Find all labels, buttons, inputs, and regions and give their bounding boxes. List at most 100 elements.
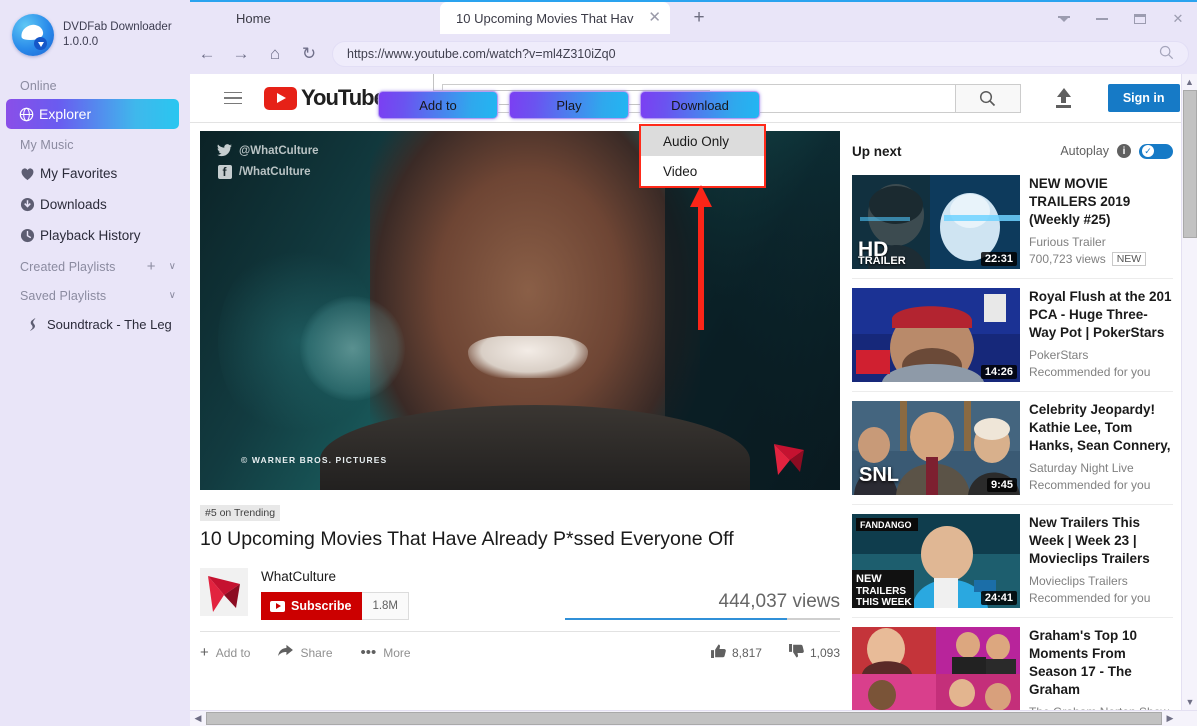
video-info: NEW MOVIE TRAILERS 2019 (Weekly #25) Fur… [1029,175,1173,269]
video-info: Graham's Top 10 Moments From Season 17 -… [1029,627,1173,710]
scroll-down-arrow-icon[interactable]: ▼ [1182,694,1197,710]
back-icon[interactable]: ← [190,37,224,71]
button-label: Add to [419,97,457,113]
sidebar-item-label: My Favorites [40,166,118,181]
info-icon[interactable]: i [1117,144,1131,158]
new-tab-button[interactable]: + [676,2,722,34]
sidebar-item-playback-history[interactable]: Playback History [0,220,190,251]
sidebar-item-downloads[interactable]: Downloads [0,189,190,220]
copyright-watermark: © WARNER BROS. PICTURES [241,455,388,465]
action-label: Share [300,645,333,660]
menu-item-video[interactable]: Video [641,156,764,186]
play-button[interactable]: Play [509,91,629,119]
add-to-button[interactable]: Add to [378,91,498,119]
horizontal-scrollbar-thumb[interactable] [206,712,1162,725]
browser-navbar: ← → ⌂ ↻ https://www.youtube.com/watch?v=… [190,34,1197,74]
menu-item-audio-only[interactable]: Audio Only [641,126,764,156]
app-sidebar: DVDFab Downloader 1.0.0.0 Online Explore… [0,0,190,726]
connector-line [433,74,434,91]
player-smile [468,336,588,378]
upload-icon[interactable] [1053,88,1075,108]
tab-youtube-video[interactable]: 10 Upcoming Movies That Hav ✕ [440,2,670,34]
channel-name[interactable]: WhatCulture [261,569,409,584]
address-bar[interactable]: https://www.youtube.com/watch?v=ml4Z310i… [332,41,1189,67]
globe-icon [19,107,39,122]
video-channel: Movieclips Trailers [1029,574,1128,588]
list-item[interactable]: HD TRAILER 22:31 NEW MOVIE TRAILERS 2019… [852,166,1173,279]
minimize-icon[interactable] [1083,4,1121,34]
list-item[interactable]: Graham's Top 10 Moments From Season 17 -… [852,618,1173,710]
view-count: 444,037 views [718,591,840,612]
forward-icon[interactable]: → [224,37,258,71]
sidebar-section-my-music: My Music [20,138,74,152]
youtube-play-icon [270,600,285,612]
autoplay-toggle[interactable]: ✓ [1139,143,1173,159]
music-note-icon [27,317,47,332]
tab-home[interactable]: Home [190,2,440,34]
video-duration: 9:45 [986,478,1017,492]
sign-in-button[interactable]: Sign in [1107,84,1180,112]
vertical-scrollbar-thumb[interactable] [1183,90,1197,238]
horizontal-scrollbar[interactable]: ◀ ▶ [190,710,1197,726]
search-button[interactable] [954,83,1021,113]
add-to-action[interactable]: + Add to [200,644,250,661]
download-button[interactable]: Download [640,91,760,119]
video-view-count: 700,723 views [1029,252,1106,266]
close-icon[interactable]: ✕ [648,10,661,25]
thumbnail-overlay-text: SNL [859,464,899,486]
heart-icon [20,167,40,181]
sidebar-item-explorer[interactable]: Explorer [6,99,179,129]
sidebar-item-my-favorites[interactable]: My Favorites [0,158,190,189]
video-duration: 14:26 [980,365,1017,379]
subscriber-count: 1.8M [362,592,410,620]
action-label: Add to [215,645,251,660]
sidebar-section-created-playlists: Created Playlists + ∨ [0,251,190,280]
video-channel: Furious Trailer [1029,235,1106,249]
video-thumbnail [852,627,1020,710]
video-thumbnail: 14:26 [852,288,1020,382]
scroll-up-arrow-icon[interactable]: ▲ [1182,74,1197,90]
collapse-icon[interactable] [1045,4,1083,34]
sidebar-item-label: Playback History [40,228,141,243]
list-item[interactable]: 14:26 Royal Flush at the 201 PCA - Huge … [852,279,1173,392]
home-icon[interactable]: ⌂ [258,37,292,71]
scroll-left-arrow-icon[interactable]: ◀ [190,713,206,724]
more-action[interactable]: ••• More [361,644,411,661]
download-circle-icon [20,197,40,212]
youtube-body: @WhatCulture f /WhatCulture © WARNER BRO… [190,123,1181,710]
youtube-logo[interactable]: YouTube [264,85,386,111]
ellipsis-icon: ••• [360,644,377,661]
video-title: Celebrity Jeopardy! Kathie Lee, Tom Hank… [1029,402,1171,453]
hamburger-icon[interactable] [224,88,242,109]
youtube-play-icon [264,86,297,110]
sidebar-item-saved-playlist[interactable]: Soundtrack - The Leg [0,309,190,340]
thumbnail-overlay-sub: TRAILER [858,255,906,267]
svg-text:FANDANGO: FANDANGO [860,520,912,530]
list-item[interactable]: NEW TRAILERS THIS WEEK FANDANGO 24:41 Ne… [852,505,1173,618]
thumbs-up-icon [710,644,726,661]
browser-tabstrip: Home 10 Upcoming Movies That Hav ✕ + ✕ [190,2,1197,34]
twitter-handle: @WhatCulture [239,144,319,157]
list-item[interactable]: SNL 9:45 Celebrity Jeopardy! Kathie Lee,… [852,392,1173,505]
like-group[interactable]: 8,817 [710,644,762,661]
reload-icon[interactable]: ↻ [292,37,326,71]
subscribe-button[interactable]: Subscribe [261,592,363,620]
svg-text:NEW: NEW [856,573,882,585]
dislike-group[interactable]: 1,093 [789,644,840,661]
close-icon[interactable]: ✕ [1159,4,1197,34]
video-title: 10 Upcoming Movies That Have Already P*s… [200,528,734,550]
share-action[interactable]: Share [278,644,333,661]
channel-avatar[interactable] [200,568,248,616]
video-channel: PokerStars [1029,348,1089,362]
add-playlist-icon[interactable]: + [147,259,156,274]
tab-label: 10 Upcoming Movies That Hav [456,10,634,26]
search-icon[interactable] [1159,45,1174,63]
maximize-icon[interactable] [1121,4,1159,34]
chevron-down-icon[interactable]: ∨ [169,261,176,273]
vertical-scrollbar[interactable]: ▲ ▼ [1181,74,1197,710]
scroll-right-arrow-icon[interactable]: ▶ [1162,713,1178,724]
trending-badge: #5 on Trending [200,505,281,521]
video-meta: 700,723 views NEW [1029,252,1173,266]
chevron-down-icon[interactable]: ∨ [169,290,176,302]
video-title: New Trailers This Week | Week 23 | Movie… [1029,515,1150,566]
